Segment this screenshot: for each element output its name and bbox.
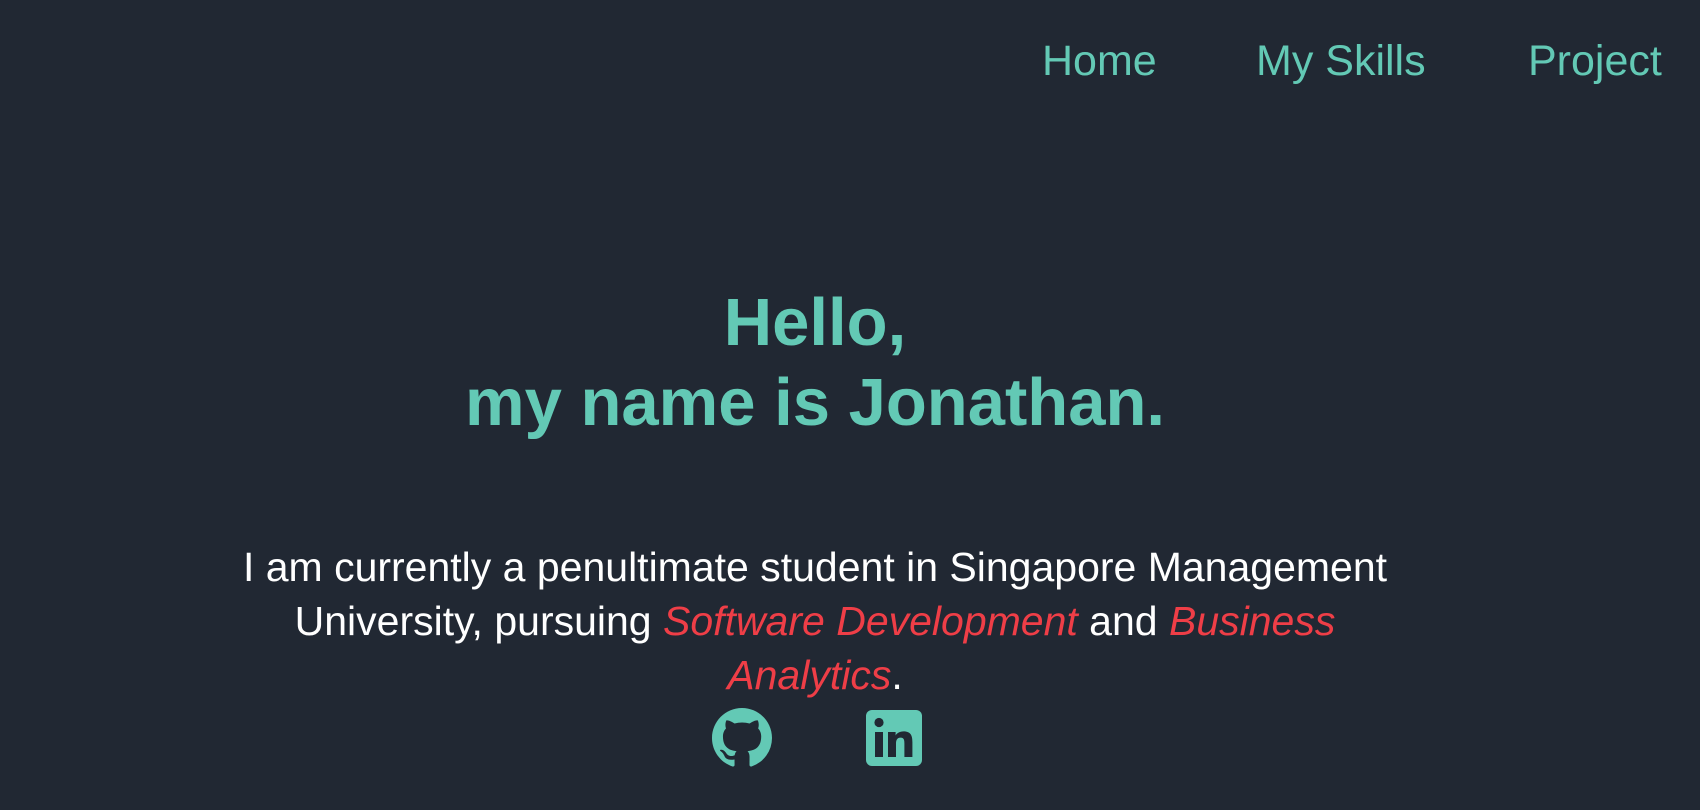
github-icon bbox=[712, 708, 772, 767]
highlight-software-development: Software Development bbox=[663, 598, 1078, 644]
intro-part-3: . bbox=[891, 652, 903, 698]
github-link[interactable] bbox=[712, 708, 772, 768]
linkedin-icon bbox=[866, 710, 922, 766]
top-nav: Home My Skills Project bbox=[0, 33, 1700, 93]
intro-text: I am currently a penultimate student in … bbox=[225, 540, 1405, 702]
intro-part-2: and bbox=[1077, 598, 1169, 644]
nav-skills-link[interactable]: My Skills bbox=[1256, 33, 1426, 89]
hero-title: Hello, my name is Jonathan. bbox=[0, 283, 1630, 443]
nav-project-link[interactable]: Project bbox=[1528, 33, 1662, 89]
hero-name-line: my name is Jonathan. bbox=[465, 365, 1165, 440]
nav-home-link[interactable]: Home bbox=[1042, 33, 1157, 89]
linkedin-link[interactable] bbox=[864, 708, 924, 768]
hero-section: Hello, my name is Jonathan. bbox=[0, 283, 1630, 443]
hero-greeting: Hello, bbox=[723, 285, 907, 360]
page: Home My Skills Project Hello, my name is… bbox=[0, 0, 1700, 810]
